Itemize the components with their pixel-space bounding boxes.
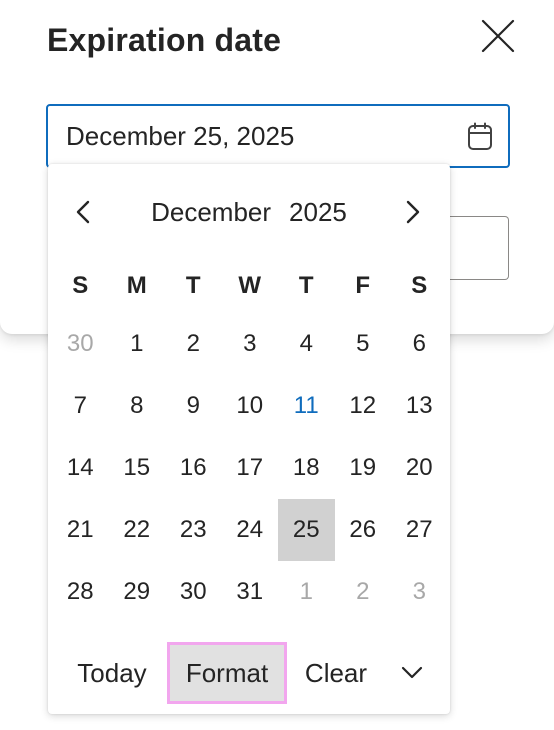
day-cell[interactable]: 7 (52, 375, 109, 437)
calendar-week: 21 22 23 24 25 26 27 (52, 499, 448, 561)
expand-button[interactable] (392, 642, 432, 704)
chevron-down-icon (401, 666, 423, 679)
day-cell[interactable]: 9 (165, 375, 222, 437)
day-cell[interactable]: 26 (335, 499, 392, 561)
day-cell[interactable]: 4 (278, 313, 335, 375)
day-cell-outside-month[interactable]: 3 (391, 561, 448, 623)
weekday-tuesday: T (185, 272, 201, 299)
calendar-icon (468, 122, 492, 150)
month-year-label: December 2025 (48, 197, 450, 228)
format-button[interactable]: Format (167, 642, 287, 704)
day-cell[interactable]: 27 (391, 499, 448, 561)
day-cell[interactable]: 10 (222, 375, 279, 437)
day-cell[interactable]: 30 (165, 561, 222, 623)
day-cell-outside-month[interactable]: 30 (52, 313, 109, 375)
day-cell[interactable]: 22 (109, 499, 166, 561)
weekday-sunday: S (72, 272, 89, 299)
day-cell[interactable]: 12 (335, 375, 392, 437)
day-cell[interactable]: 24 (222, 499, 279, 561)
close-button[interactable] (478, 16, 518, 56)
day-cell-outside-month[interactable]: 2 (335, 561, 392, 623)
month-text: December (151, 197, 272, 227)
day-cell-outside-month[interactable]: 1 (278, 561, 335, 623)
weekday-friday: F (355, 272, 371, 299)
weekday-thursday: T (298, 272, 314, 299)
day-cell[interactable]: 18 (278, 437, 335, 499)
calendar-week: 28 29 30 31 1 2 3 (52, 561, 448, 623)
day-cell[interactable]: 31 (222, 561, 279, 623)
calendar-week: 30 1 2 3 4 5 6 (52, 313, 448, 375)
secondary-field[interactable] (440, 216, 509, 280)
day-cell[interactable]: 2 (165, 313, 222, 375)
day-cell[interactable]: 8 (109, 375, 166, 437)
calendar-popup: December 2025 S M T W T F S 30 1 2 3 4 5 … (48, 164, 450, 714)
weekday-wednesday: W (238, 272, 262, 299)
day-cell-selected[interactable]: 25 (278, 499, 335, 561)
calendar-week: 14 15 16 17 18 19 20 (52, 437, 448, 499)
today-button[interactable]: Today (68, 642, 156, 704)
calendar-week: 7 8 9 10 11 12 13 (52, 375, 448, 437)
day-cell[interactable]: 5 (335, 313, 392, 375)
day-cell[interactable]: 1 (109, 313, 166, 375)
day-cell[interactable]: 13 (391, 375, 448, 437)
day-cell[interactable]: 6 (391, 313, 448, 375)
day-cell[interactable]: 16 (165, 437, 222, 499)
date-input[interactable] (66, 120, 446, 152)
day-cell[interactable]: 29 (109, 561, 166, 623)
date-field[interactable] (46, 104, 510, 168)
day-cell-today[interactable]: 11 (278, 375, 335, 437)
chevron-right-icon (406, 200, 420, 224)
calendar-footer: Today Format Clear (48, 642, 450, 710)
day-cell[interactable]: 15 (109, 437, 166, 499)
weekday-saturday: S (411, 272, 428, 299)
open-calendar-button[interactable] (466, 122, 494, 152)
day-cell[interactable]: 14 (52, 437, 109, 499)
day-cell[interactable]: 28 (52, 561, 109, 623)
dialog-title: Expiration date (47, 22, 282, 58)
day-cell[interactable]: 20 (391, 437, 448, 499)
weekday-monday: M (126, 272, 147, 299)
year-text: 2025 (289, 197, 347, 227)
day-cell[interactable]: 17 (222, 437, 279, 499)
day-cell[interactable]: 23 (165, 499, 222, 561)
day-cell[interactable]: 21 (52, 499, 109, 561)
clear-button[interactable]: Clear (300, 642, 372, 704)
calendar-grid: S M T W T F S 30 1 2 3 4 5 6 7 8 9 10 11… (52, 263, 448, 623)
next-month-button[interactable] (392, 192, 432, 232)
weekday-header: S M T W T F S (52, 263, 448, 313)
close-icon (481, 19, 515, 53)
day-cell[interactable]: 3 (222, 313, 279, 375)
day-cell[interactable]: 19 (335, 437, 392, 499)
